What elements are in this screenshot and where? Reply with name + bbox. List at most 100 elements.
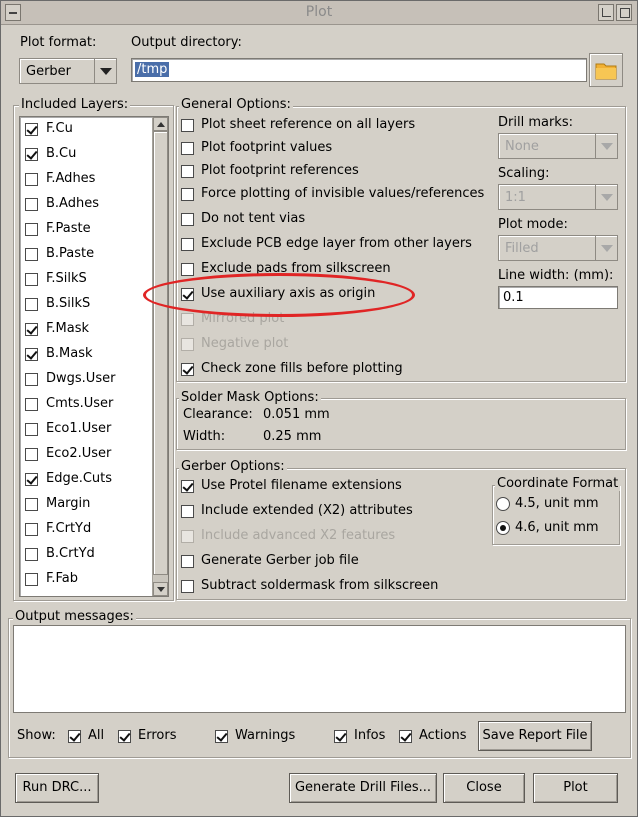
layer-item[interactable]: Cmts.User: [20, 392, 152, 417]
generate-drill-files-button[interactable]: Generate Drill Files...: [289, 773, 437, 803]
scaling-select[interactable]: 1:1: [498, 184, 618, 210]
gerber-option-checkbox[interactable]: [181, 555, 194, 568]
filter-warnings-checkbox[interactable]: [215, 730, 228, 743]
layer-label: B.Cu: [46, 146, 77, 161]
scroll-thumb[interactable]: [153, 131, 168, 575]
layer-checkbox[interactable]: [25, 223, 38, 236]
plot-mode-select[interactable]: Filled: [498, 235, 618, 261]
layer-checkbox[interactable]: [25, 323, 38, 336]
output-messages-title: Output messages:: [13, 609, 136, 624]
width-label: Width:: [183, 429, 226, 444]
general-option-checkbox[interactable]: [181, 288, 194, 301]
general-option-checkbox[interactable]: [181, 119, 194, 132]
layer-item[interactable]: B.Mask: [20, 342, 152, 367]
layer-item[interactable]: Eco1.User: [20, 417, 152, 442]
layer-item[interactable]: B.Paste: [20, 242, 152, 267]
general-option-checkbox[interactable]: [181, 263, 194, 276]
gerber-option-checkbox[interactable]: [181, 505, 194, 518]
clearance-label: Clearance:: [183, 407, 253, 422]
save-report-button[interactable]: Save Report File: [478, 721, 592, 751]
drill-marks-select[interactable]: None: [498, 133, 618, 159]
line-width-input[interactable]: 0.1: [498, 286, 618, 309]
general-options-title: General Options:: [179, 97, 293, 112]
included-layers-title: Included Layers:: [19, 97, 131, 112]
layer-label: B.SilkS: [46, 296, 91, 311]
layer-item[interactable]: B.Cu: [20, 142, 152, 167]
minimize-icon[interactable]: [598, 4, 614, 21]
run-drc-button[interactable]: Run DRC...: [15, 773, 99, 803]
filter-infos-checkbox[interactable]: [334, 730, 347, 743]
layer-checkbox[interactable]: [25, 448, 38, 461]
maximize-icon[interactable]: [616, 4, 632, 21]
filter-all-checkbox[interactable]: [68, 730, 81, 743]
coordinate-format-radio[interactable]: [496, 521, 510, 535]
general-option-checkbox[interactable]: [181, 213, 194, 226]
layer-checkbox[interactable]: [25, 498, 38, 511]
layer-item[interactable]: B.SilkS: [20, 292, 152, 317]
drill-marks-value: None: [505, 139, 539, 154]
layer-item[interactable]: B.Adhes: [20, 192, 152, 217]
layer-item[interactable]: F.Adhes: [20, 167, 152, 192]
scroll-down-icon[interactable]: [153, 582, 168, 596]
general-option-checkbox[interactable]: [181, 165, 194, 178]
general-option-checkbox[interactable]: [181, 238, 194, 251]
show-label: Show:: [17, 728, 56, 743]
layer-item[interactable]: F.Fab: [20, 567, 152, 592]
close-button[interactable]: Close: [443, 773, 525, 803]
layer-item[interactable]: F.Mask: [20, 317, 152, 342]
output-directory-input[interactable]: /tmp: [131, 58, 587, 82]
layer-checkbox[interactable]: [25, 548, 38, 561]
window-title: Plot: [305, 4, 333, 20]
layer-item[interactable]: B.CrtYd: [20, 542, 152, 567]
layer-checkbox[interactable]: [25, 273, 38, 286]
layer-checkbox[interactable]: [25, 148, 38, 161]
output-messages-area[interactable]: [13, 625, 626, 713]
gerber-option-checkbox[interactable]: [181, 480, 194, 493]
general-option-checkbox: [181, 338, 194, 351]
filter-errors-checkbox[interactable]: [118, 730, 131, 743]
layer-checkbox[interactable]: [25, 473, 38, 486]
layer-item[interactable]: Dwgs.User: [20, 367, 152, 392]
layer-checkbox[interactable]: [25, 123, 38, 136]
coordinate-format-label: 4.5, unit mm: [515, 496, 599, 511]
layer-checkbox[interactable]: [25, 423, 38, 436]
layer-checkbox[interactable]: [25, 248, 38, 261]
layer-item[interactable]: Margin: [20, 492, 152, 517]
layer-item[interactable]: F.CrtYd: [20, 517, 152, 542]
layer-checkbox[interactable]: [25, 523, 38, 536]
filter-infos-label: Infos: [354, 728, 386, 743]
plot-button[interactable]: Plot: [533, 773, 618, 803]
layer-checkbox[interactable]: [25, 298, 38, 311]
layer-list[interactable]: F.Cu B.Cu F.Adhes B.Adhes F.Paste B.Paste F.Si…: [19, 116, 169, 597]
general-option-checkbox[interactable]: [181, 188, 194, 201]
layer-checkbox[interactable]: [25, 198, 38, 211]
plot-dialog: Plot Plot format: Gerber Output director…: [0, 0, 638, 817]
layer-item[interactable]: Edge.Cuts: [20, 467, 152, 492]
gerber-option-checkbox[interactable]: [181, 580, 194, 593]
layer-label: F.Adhes: [46, 171, 96, 186]
chevron-down-icon: [595, 185, 617, 209]
general-option-checkbox[interactable]: [181, 142, 194, 155]
layer-item[interactable]: Eco2.User: [20, 442, 152, 467]
filter-all-label: All: [88, 728, 105, 743]
layer-item[interactable]: F.SilkS: [20, 267, 152, 292]
layer-item[interactable]: F.Paste: [20, 217, 152, 242]
layer-checkbox[interactable]: [25, 573, 38, 586]
layer-list-scrollbar[interactable]: [152, 117, 168, 596]
general-option-checkbox[interactable]: [181, 363, 194, 376]
filter-actions-checkbox[interactable]: [399, 730, 412, 743]
layer-checkbox[interactable]: [25, 348, 38, 361]
layer-checkbox[interactable]: [25, 398, 38, 411]
chevron-down-icon: [595, 236, 617, 260]
layer-item[interactable]: F.Cu: [20, 117, 152, 142]
gerber-option-checkbox: [181, 530, 194, 543]
coordinate-format-radio[interactable]: [496, 497, 510, 511]
scroll-up-icon[interactable]: [153, 117, 168, 131]
layer-label: F.Cu: [46, 121, 73, 136]
gerber-option-label: Include extended (X2) attributes: [201, 503, 413, 518]
plot-format-select[interactable]: Gerber: [19, 58, 117, 84]
plot-mode-value: Filled: [505, 241, 539, 256]
layer-checkbox[interactable]: [25, 373, 38, 386]
layer-checkbox[interactable]: [25, 173, 38, 186]
browse-folder-button[interactable]: [589, 53, 623, 87]
